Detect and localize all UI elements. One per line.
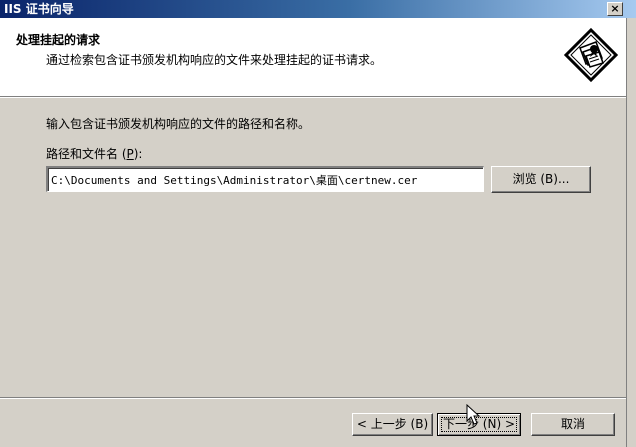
- certificate-wizard-icon: [563, 27, 619, 83]
- window-edge: [626, 18, 636, 447]
- title-bar[interactable]: IIS 证书向导 ×: [0, 0, 636, 18]
- path-field-label: 路径和文件名 (P):: [46, 145, 142, 162]
- footer-divider: [0, 397, 626, 399]
- iis-certificate-wizard-window: IIS 证书向导 × 处理挂起的请求 通过检索包含证书颁发机构响应的文件来处理挂…: [0, 0, 636, 447]
- close-button[interactable]: ×: [607, 2, 623, 16]
- browse-button[interactable]: 浏览 (B)...: [491, 166, 591, 193]
- mouse-pointer-icon: [466, 404, 480, 425]
- page-title: 处理挂起的请求: [16, 33, 101, 47]
- path-label-suffix: ):: [133, 147, 143, 161]
- instruction-text: 输入包含证书颁发机构响应的文件的路径和名称。: [46, 117, 311, 131]
- file-path-input[interactable]: [46, 166, 484, 192]
- page-subtitle: 通过检索包含证书颁发机构响应的文件来处理挂起的证书请求。: [46, 53, 383, 67]
- path-label-accesskey: P: [126, 147, 134, 161]
- window-title: IIS 证书向导: [4, 2, 74, 16]
- cancel-button[interactable]: 取消: [531, 413, 615, 436]
- path-label-prefix: 路径和文件名 (: [46, 147, 127, 161]
- header-divider: [0, 96, 626, 98]
- wizard-header: 处理挂起的请求 通过检索包含证书颁发机构响应的文件来处理挂起的证书请求。: [0, 18, 626, 96]
- back-button[interactable]: < 上一步 (B): [352, 413, 433, 436]
